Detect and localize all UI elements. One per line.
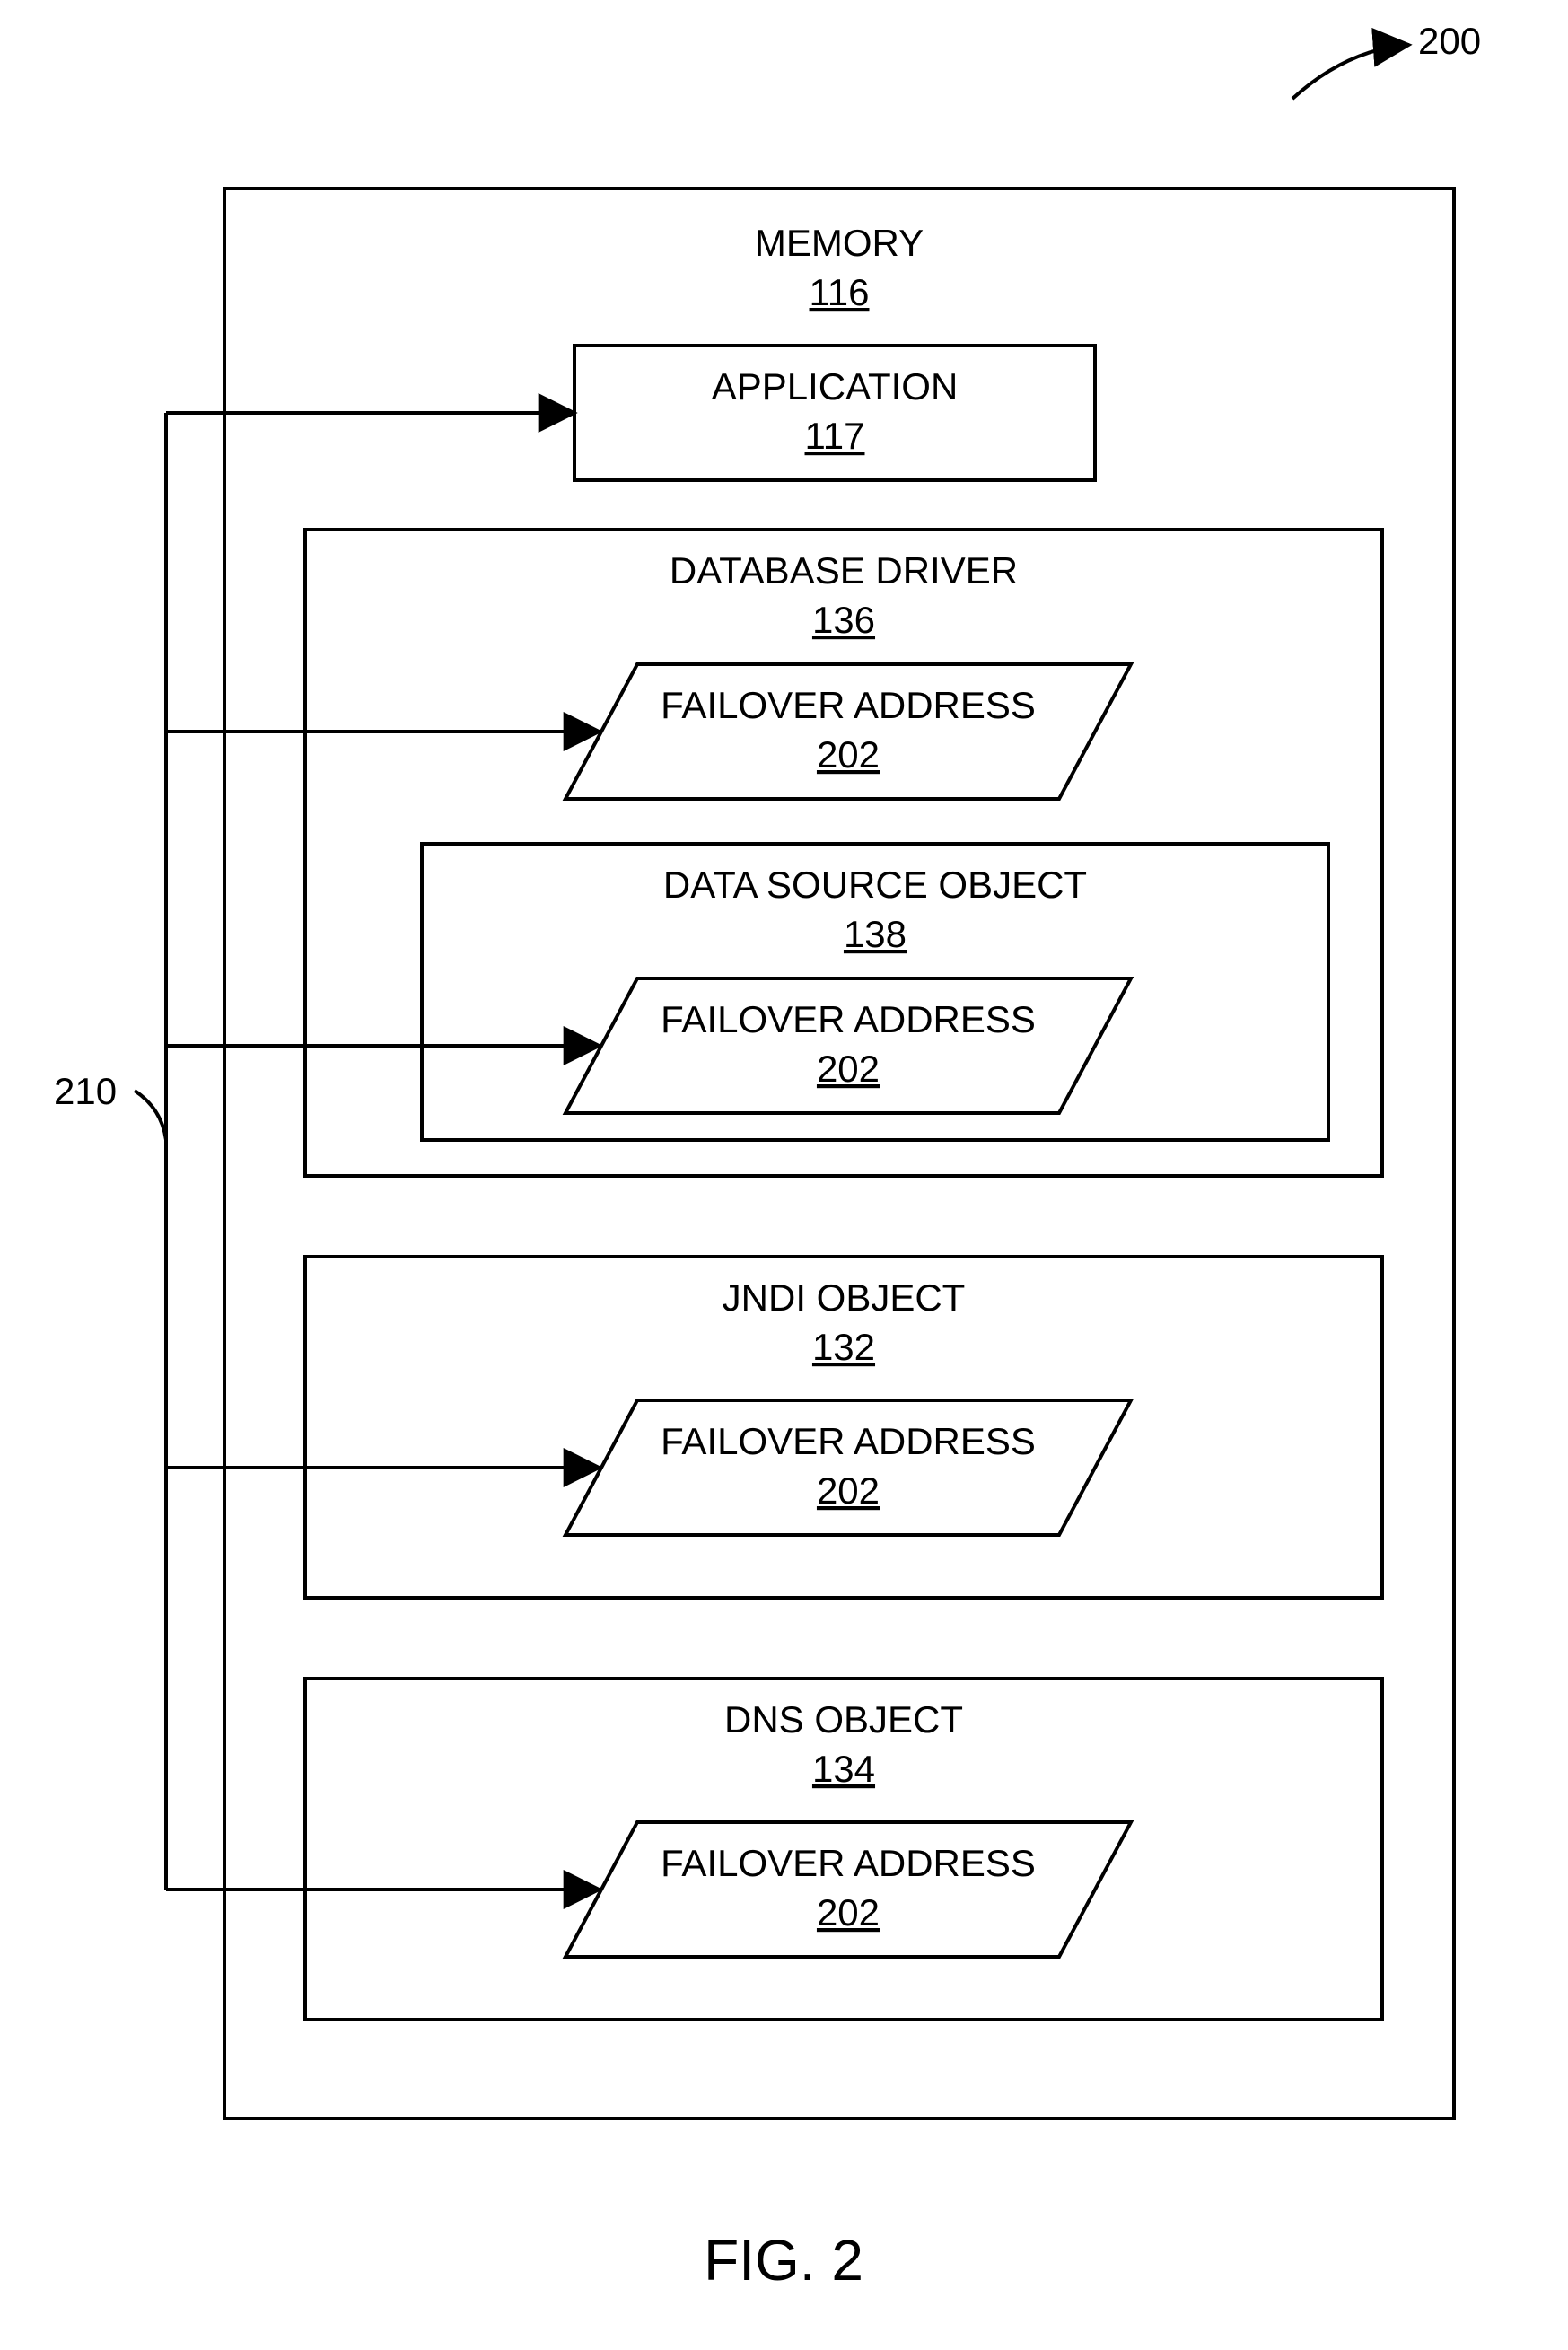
jndi-failover-block: FAILOVER ADDRESS 202	[565, 1400, 1131, 1535]
dns-title: DNS OBJECT	[724, 1698, 963, 1741]
db-failover-block: FAILOVER ADDRESS 202	[565, 664, 1131, 799]
db-failover-num: 202	[817, 733, 880, 776]
arrow-fan	[166, 413, 600, 1890]
data-source-num: 138	[844, 913, 907, 955]
figure-ref-tag: 200	[1292, 20, 1481, 99]
jndi-num: 132	[812, 1326, 875, 1368]
db-failover-title: FAILOVER ADDRESS	[661, 684, 1036, 726]
figure-ref-text: 200	[1418, 20, 1481, 62]
data-source-block: DATA SOURCE OBJECT 138 FAILOVER ADDRESS …	[422, 844, 1328, 1140]
memory-num: 116	[810, 271, 870, 313]
figure-svg: 200 MEMORY 116 APPLICATION 117 DATABASE …	[0, 0, 1568, 2350]
ds-failover-num: 202	[817, 1048, 880, 1090]
application-block: APPLICATION 117	[574, 346, 1095, 480]
memory-block: MEMORY 116	[224, 189, 1454, 2118]
figure-caption: FIG. 2	[704, 2228, 863, 2293]
side-ref-text: 210	[54, 1070, 117, 1112]
db-driver-block: DATABASE DRIVER 136 FAILOVER ADDRESS 202…	[305, 530, 1382, 1176]
ds-failover-title: FAILOVER ADDRESS	[661, 998, 1036, 1040]
data-source-title: DATA SOURCE OBJECT	[663, 864, 1087, 906]
application-title: APPLICATION	[712, 365, 959, 408]
application-num: 117	[805, 415, 865, 457]
dns-block: DNS OBJECT 134 FAILOVER ADDRESS 202	[305, 1679, 1382, 2020]
jndi-block: JNDI OBJECT 132 FAILOVER ADDRESS 202	[305, 1257, 1382, 1598]
memory-title: MEMORY	[755, 222, 924, 264]
ds-failover-block: FAILOVER ADDRESS 202	[565, 978, 1131, 1113]
db-driver-num: 136	[812, 599, 875, 641]
side-ref: 210	[54, 1070, 166, 1140]
jndi-failover-title: FAILOVER ADDRESS	[661, 1420, 1036, 1462]
dns-failover-title: FAILOVER ADDRESS	[661, 1842, 1036, 1884]
dns-failover-num: 202	[817, 1891, 880, 1933]
db-driver-title: DATABASE DRIVER	[670, 549, 1018, 592]
jndi-title: JNDI OBJECT	[723, 1276, 966, 1319]
dns-failover-block: FAILOVER ADDRESS 202	[565, 1822, 1131, 1957]
jndi-failover-num: 202	[817, 1469, 880, 1512]
dns--num: 134	[812, 1748, 875, 1790]
